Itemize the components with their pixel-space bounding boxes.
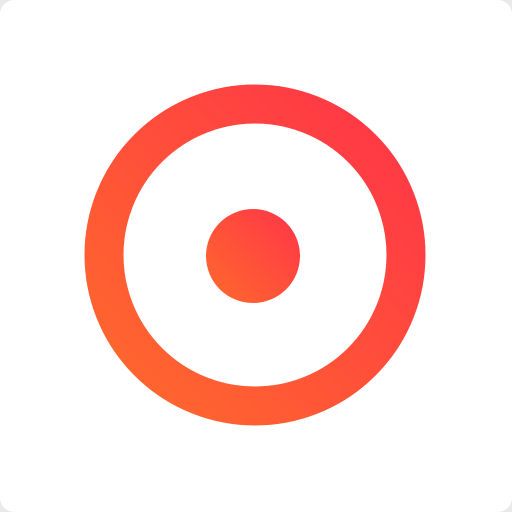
record-icon	[84, 84, 426, 426]
app-icon[interactable]	[0, 0, 512, 512]
record-dot	[206, 209, 300, 303]
